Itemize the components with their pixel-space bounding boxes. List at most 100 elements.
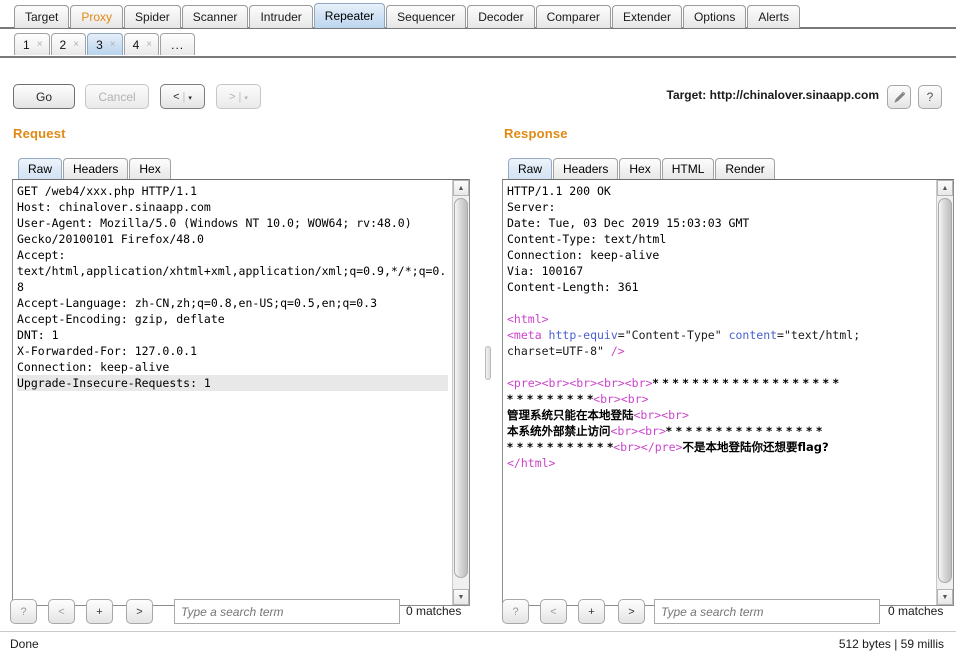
response-blank-line [507, 295, 932, 311]
response-body-line: <html> [507, 311, 932, 327]
request-line: text/html,application/xhtml+xml,applicat… [17, 264, 447, 278]
response-tab-hex[interactable]: Hex [619, 158, 661, 179]
token-attr: content [728, 328, 778, 342]
scrollbar-thumb[interactable] [454, 198, 468, 578]
repeater-tab-2[interactable]: 2 × [50, 33, 87, 55]
button-separator: | [238, 90, 242, 103]
main-tab-scanner[interactable]: Scanner [181, 5, 249, 28]
response-tab-html[interactable]: HTML [661, 158, 715, 179]
token-tag: </pre> [640, 440, 683, 454]
repeater-tab-3[interactable]: 3 × [87, 33, 123, 55]
response-header-line: Connection: keep-alive [507, 248, 660, 262]
cancel-button[interactable]: Cancel [85, 84, 149, 109]
request-line: GET /web4/xxx.php HTTP/1.1 [17, 184, 198, 198]
request-panel-title: Request [13, 126, 66, 141]
response-body-line: * * * * * * * * *<br><br> [507, 391, 932, 407]
response-search-help-button[interactable]: ? [502, 599, 529, 624]
edit-target-button[interactable] [887, 85, 911, 109]
token-cjk: 不是本地登陆你还想要flag? [682, 440, 829, 454]
previous-arrow-icon: < [173, 90, 180, 103]
scroll-up-icon[interactable]: ▲ [453, 180, 469, 196]
response-raw-editor[interactable]: HTTP/1.1 200 OK Server: Date: Tue, 03 Dec … [503, 180, 936, 605]
main-tab-options[interactable]: Options [682, 5, 747, 28]
close-icon[interactable]: × [110, 39, 116, 50]
request-tab-headers[interactable]: Headers [63, 158, 129, 179]
repeater-tab-bar: 1 × 2 × 3 × 4 ×... [0, 31, 956, 58]
token-tag: </html> [507, 456, 556, 470]
request-search-add-button[interactable]: + [86, 599, 113, 624]
response-scrollbar[interactable]: ▲ ▼ [936, 180, 953, 605]
response-view-tabs: Raw Headers Hex HTML Render [502, 154, 954, 179]
target-help-button[interactable]: ? [918, 85, 942, 109]
request-line: Accept-Encoding: gzip, deflate [17, 312, 225, 326]
token-tag: <pre> [507, 376, 542, 390]
request-search-prev-button[interactable]: < [48, 599, 75, 624]
response-panel-title: Response [504, 126, 568, 141]
main-tab-spider[interactable]: Spider [124, 5, 181, 28]
response-search-prev-button[interactable]: < [540, 599, 567, 624]
request-search-help-button[interactable]: ? [10, 599, 37, 624]
chevron-down-icon[interactable]: ▾ [188, 94, 192, 102]
repeater-tab-label: 4 [132, 37, 140, 52]
target-label: Target: http://chinalover.sinaapp.com [666, 88, 879, 102]
request-raw-editor[interactable]: GET /web4/xxx.php HTTP/1.1 Host: chinalov… [13, 180, 452, 605]
token-attr: http-equiv [548, 328, 618, 342]
main-tab-decoder[interactable]: Decoder [467, 5, 535, 28]
previous-request-button[interactable]: < | ▾ [160, 84, 205, 109]
response-match-count: 0 matches [888, 604, 944, 618]
request-tab-raw[interactable]: Raw [18, 158, 63, 179]
token-tag: <br> [661, 408, 689, 422]
token-val: ="Content-Type" [617, 328, 729, 342]
divider-grip-handle[interactable] [485, 346, 491, 380]
main-tab-sequencer[interactable]: Sequencer [386, 5, 467, 28]
response-tab-raw[interactable]: Raw [508, 158, 553, 179]
close-icon[interactable]: × [73, 39, 79, 50]
token-tag: <br> [624, 376, 653, 390]
response-search-input[interactable] [654, 599, 880, 624]
token-val: charset=UTF-8" [507, 344, 611, 358]
pencil-icon [893, 91, 905, 103]
response-body-line [507, 359, 932, 375]
close-icon[interactable]: × [146, 39, 152, 50]
response-tab-headers[interactable]: Headers [553, 158, 619, 179]
scrollbar-thumb[interactable] [938, 198, 952, 583]
response-search-next-button[interactable]: > [618, 599, 645, 624]
response-editor-container: HTTP/1.1 200 OK Server: Date: Tue, 03 Dec … [502, 179, 954, 606]
response-tab-render[interactable]: Render [715, 158, 775, 179]
repeater-tab-1[interactable]: 1 × [14, 33, 50, 55]
response-search-add-button[interactable]: + [578, 599, 605, 624]
response-body-line: 管理系统只能在本地登陆<br><br> [507, 407, 932, 423]
main-tab-comparer[interactable]: Comparer [535, 5, 611, 28]
response-panel: Raw Headers Hex HTML Render HTTP/1.1 200 OK S… [502, 154, 954, 606]
scroll-up-icon[interactable]: ▲ [937, 180, 953, 196]
close-icon[interactable]: × [37, 39, 43, 50]
panel-split-divider[interactable] [481, 118, 495, 615]
main-tab-proxy[interactable]: Proxy [70, 5, 124, 28]
repeater-tab-more[interactable]: ... [160, 33, 196, 55]
main-tab-repeater[interactable]: Repeater [313, 3, 386, 28]
request-scrollbar[interactable]: ▲ ▼ [452, 180, 469, 605]
main-tab-alerts[interactable]: Alerts [747, 5, 801, 28]
request-tab-hex[interactable]: Hex [129, 158, 171, 179]
request-line: Host: chinalover.sinaapp.com [17, 200, 211, 214]
request-line: 8 [17, 280, 24, 294]
main-tab-intruder[interactable]: Intruder [249, 5, 313, 28]
token-cjk: 管理系统只能在本地登陆 [507, 408, 634, 422]
request-line-highlighted: Upgrade-Insecure-Requests: 1 [17, 375, 448, 391]
status-text: Done [10, 637, 39, 651]
main-tab-target[interactable]: Target [14, 5, 70, 28]
request-search-input[interactable] [174, 599, 400, 624]
go-button[interactable]: Go [13, 84, 75, 109]
repeater-tab-4[interactable]: 4 × [123, 33, 160, 55]
next-request-button[interactable]: > | ▾ [216, 84, 261, 109]
request-search-next-button[interactable]: > [126, 599, 153, 624]
response-header-line: Date: Tue, 03 Dec 2019 15:03:03 GMT [507, 216, 750, 230]
response-body-line: </html> [507, 455, 932, 471]
response-search-row: ? < + > 0 matches [502, 599, 954, 627]
token-tag: <html> [507, 312, 549, 326]
repeater-tab-label: 1 [23, 37, 30, 52]
button-separator: | [182, 90, 186, 103]
main-tab-extender[interactable]: Extender [611, 5, 682, 28]
token-tag: <br> [597, 376, 625, 390]
chevron-down-icon[interactable]: ▾ [244, 94, 248, 102]
